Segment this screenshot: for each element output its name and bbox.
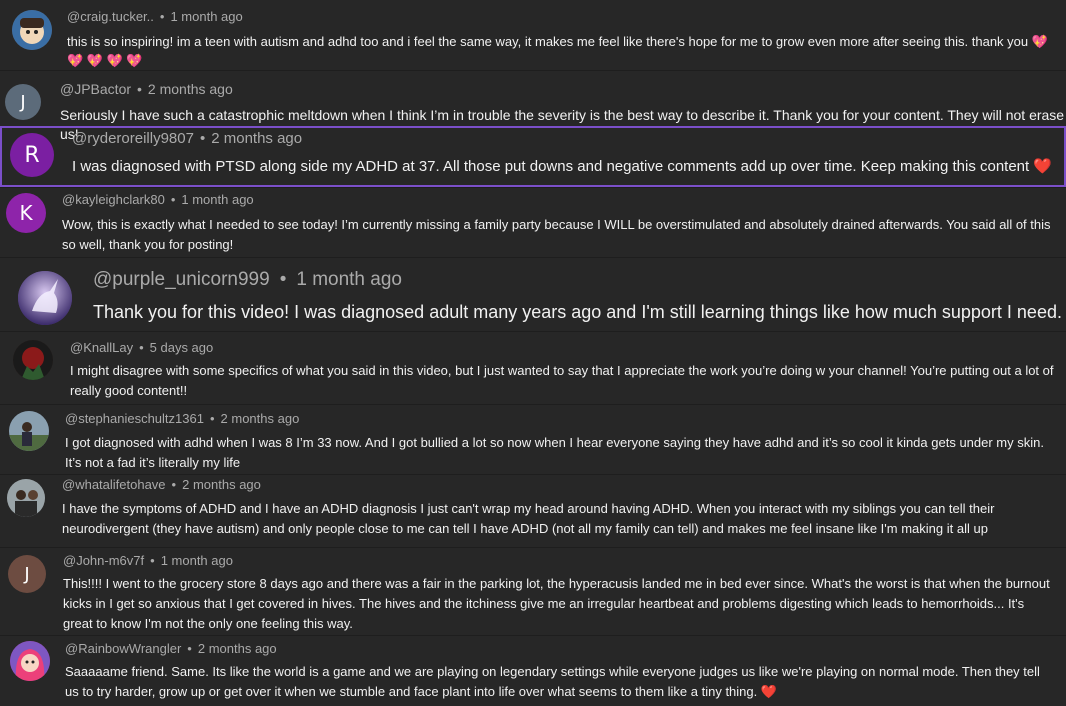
comment-time[interactable]: 2 months ago (148, 81, 233, 97)
comment-time[interactable]: 1 month ago (170, 9, 242, 24)
avatar[interactable] (9, 411, 49, 451)
avatar-letter: R (24, 142, 40, 168)
separator-dot: • (170, 192, 176, 207)
comment-time[interactable]: 1 month ago (161, 553, 233, 568)
comment-time[interactable]: 1 month ago (181, 192, 253, 207)
comment-time[interactable]: 2 months ago (198, 641, 277, 656)
comment-time[interactable]: 2 months ago (211, 130, 302, 147)
avatar[interactable] (10, 641, 50, 681)
avatar[interactable] (18, 271, 72, 325)
comment-author[interactable]: @KnallLay (70, 340, 133, 355)
avatar[interactable]: K (6, 193, 46, 233)
comment-time[interactable]: 2 months ago (221, 411, 300, 426)
avatar-letter: J (20, 91, 26, 113)
comment-item: @stephanieschultz1361 • 2 months ago I got… (0, 404, 1066, 474)
photo-avatar-icon (7, 479, 45, 517)
heart-emoji: ❤️ (760, 684, 778, 699)
comment-text: I might disagree with some specifics of … (70, 363, 1054, 398)
comment-text: I was diagnosed with PTSD along side my … (72, 158, 1030, 175)
comment-author[interactable]: @John-m6v7f (63, 553, 144, 568)
unicorn-avatar-icon (18, 271, 72, 325)
comment-time[interactable]: 2 months ago (182, 477, 261, 492)
avatar-letter: K (19, 201, 33, 225)
comment-time[interactable]: 5 days ago (150, 340, 214, 355)
comment-text: Wow, this is exactly what I needed to se… (62, 217, 1051, 252)
comment-item: @purple_unicorn999 • 1 month ago Thank you… (0, 257, 1066, 331)
avatar[interactable] (13, 340, 53, 380)
separator-dot: • (171, 477, 177, 492)
avatar[interactable]: R (10, 133, 54, 177)
avatar[interactable] (7, 479, 45, 517)
separator-dot: • (209, 411, 215, 426)
comment-item: J @John-m6v7f • 1 month ago This!!!! I wen… (0, 547, 1066, 635)
comment-author[interactable]: @RainbowWrangler (65, 641, 181, 656)
comment-item: @whatalifetohave • 2 months ago I have the… (0, 474, 1066, 547)
comment-item: K @kayleighclark80 • 1 month ago Wow, this… (0, 187, 1066, 257)
comment-author[interactable]: @ryderoreilly9807 (72, 130, 194, 147)
comment-text: this is so inspiring! im a teen with aut… (67, 34, 1029, 49)
comment-item: @KnallLay • 5 days ago I might disagree wi… (0, 331, 1066, 404)
comment-author[interactable]: @JPBactor (60, 81, 131, 97)
separator-dot: • (159, 9, 165, 24)
separator-dot: • (279, 269, 287, 290)
comment-time[interactable]: 1 month ago (296, 269, 402, 290)
separator-dot: • (199, 130, 206, 147)
comment-author[interactable]: @purple_unicorn999 (93, 269, 270, 290)
comment-item-highlighted: R @ryderoreilly9807 • 2 months ago I was d… (0, 126, 1066, 187)
comment-item: @RainbowWrangler • 2 months ago Saaaaame f… (0, 635, 1066, 706)
separator-dot: • (139, 340, 144, 355)
comment-item: J @JPBactor • 2 months ago Seriously I hav… (0, 70, 1066, 142)
heart-emoji: ❤️ (1033, 158, 1053, 175)
photo-avatar-icon (9, 411, 49, 451)
comment-author[interactable]: @stephanieschultz1361 (65, 411, 204, 426)
separator-dot: • (137, 81, 142, 97)
cartoon-avatar-icon (12, 10, 52, 50)
comment-text: I got diagnosed with adhd when I was 8 I… (65, 435, 1044, 470)
avatar-letter: J (24, 563, 30, 585)
comment-author[interactable]: @kayleighclark80 (62, 192, 165, 207)
comment-text: Saaaaame friend. Same. Its like the worl… (65, 664, 1040, 699)
avatar[interactable]: J (5, 84, 41, 120)
comment-item: @craig.tucker.. • 1 month ago this is so i… (0, 0, 1066, 70)
comment-text: Thank you for this video! I was diagnose… (93, 302, 1062, 322)
photo-avatar-icon (13, 340, 53, 380)
separator-dot: • (187, 641, 192, 656)
comment-text: I have the symptoms of ADHD and I have a… (62, 501, 995, 536)
comment-author[interactable]: @craig.tucker.. (67, 9, 154, 24)
comment-text: This!!!! I went to the grocery store 8 d… (63, 576, 1050, 631)
separator-dot: • (150, 553, 155, 568)
avatar[interactable]: J (8, 555, 46, 593)
cartoon-avatar-icon (10, 641, 50, 681)
comment-author[interactable]: @whatalifetohave (62, 477, 166, 492)
avatar[interactable] (12, 10, 52, 50)
